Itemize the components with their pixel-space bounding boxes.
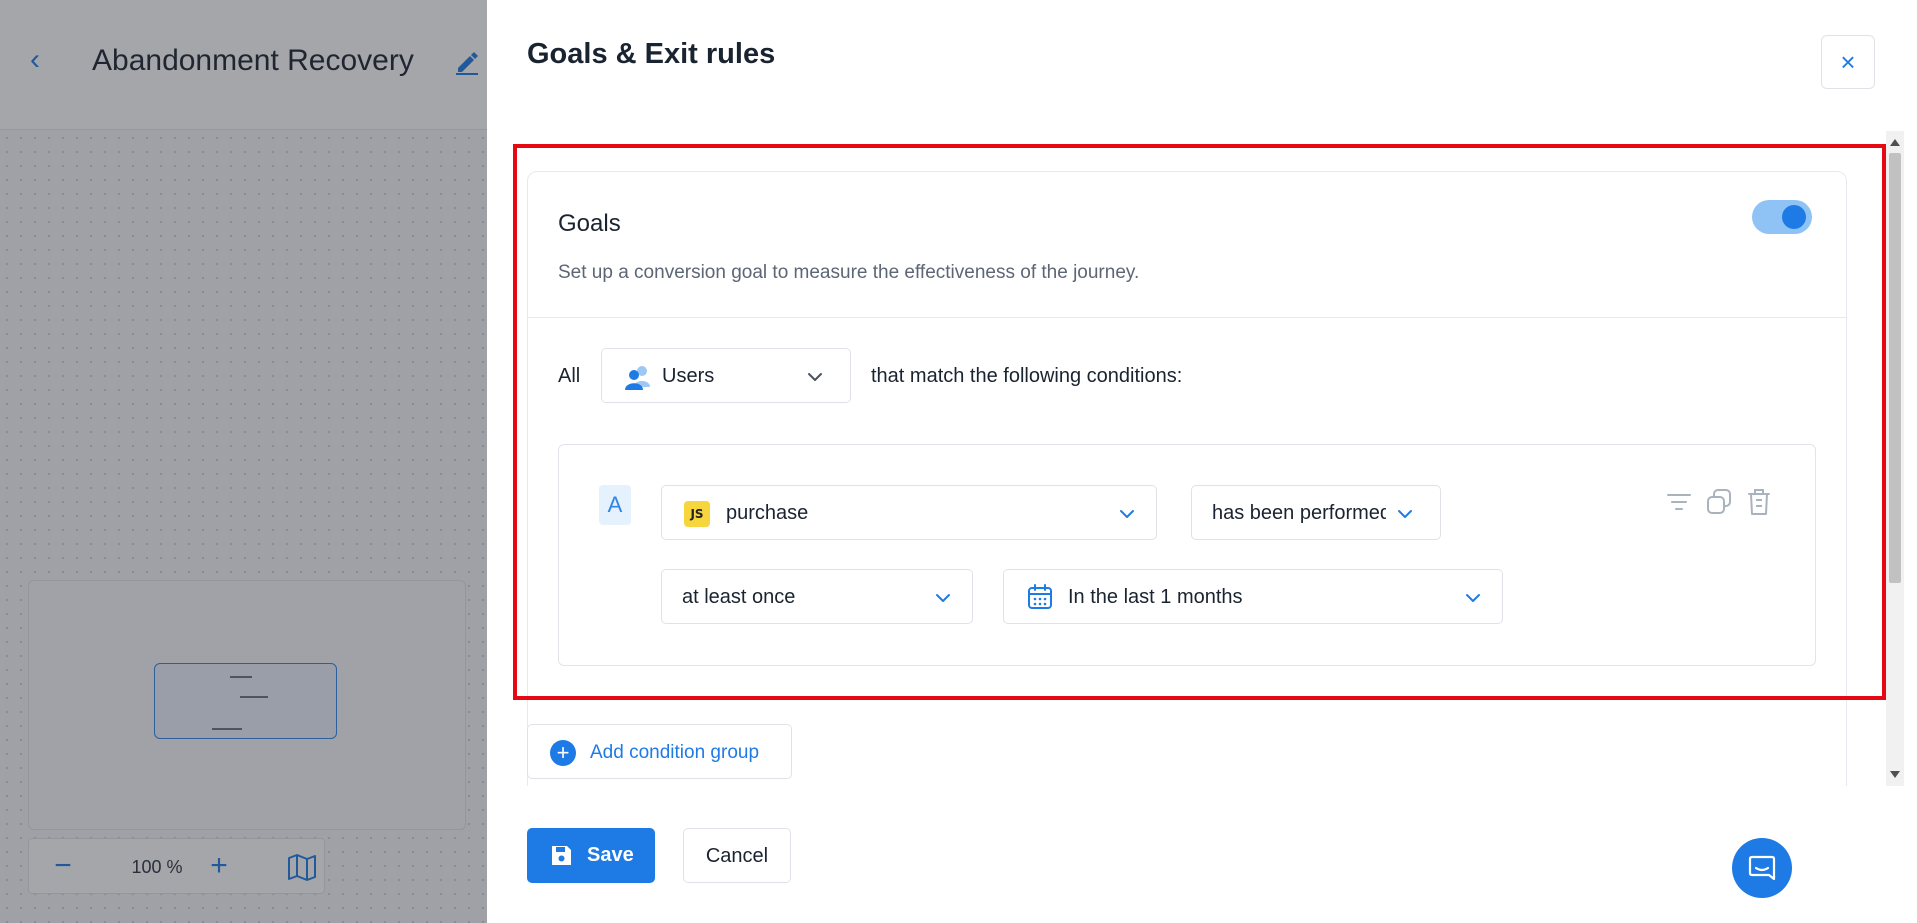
time-range-select[interactable]: In the last 1 months [1003,569,1503,624]
chat-button[interactable] [1732,838,1792,898]
condition-group: A JS purchase has been performed at leas… [558,444,1816,666]
save-icon [552,846,571,865]
operator-select[interactable]: has been performed [1191,485,1441,540]
cancel-button[interactable]: Cancel [683,828,791,883]
calendar-icon [1028,584,1052,609]
close-icon: × [1840,47,1856,77]
chevron-down-icon [1398,510,1412,518]
match-conditions-text: that match the following conditions: [871,365,1183,387]
condition-group-letter: A [599,485,631,525]
users-icon [625,366,650,390]
chat-icon [1748,855,1776,881]
drawer-scroll-area: Goals Set up a conversion goal to measur… [527,131,1872,786]
goals-title: Goals [558,210,621,237]
js-icon: JS [684,501,710,527]
chevron-down-icon [808,373,822,381]
close-button[interactable]: × [1821,35,1875,89]
modal-overlay[interactable] [0,0,487,923]
frequency-value: at least once [682,586,796,608]
scroll-up-icon[interactable] [1890,139,1900,146]
add-condition-group-button[interactable]: + Add condition group [527,724,792,779]
goals-description: Set up a conversion goal to measure the … [558,262,1140,283]
save-label: Save [587,844,634,866]
cancel-label: Cancel [705,845,769,867]
background-app: ‹ Abandonment Recovery − 100 % + [0,0,487,923]
frequency-select[interactable]: at least once [661,569,973,624]
event-value: purchase [726,502,809,524]
add-condition-group-label: Add condition group [590,742,760,763]
goals-exit-rules-drawer: Goals & Exit rules × Goals Set up a conv… [487,0,1917,923]
audience-value: Users [662,365,715,387]
filter-icon[interactable] [1665,487,1693,517]
chevron-down-icon [1466,594,1480,602]
drawer-scrollbar[interactable] [1886,131,1904,786]
divider [528,317,1846,318]
audience-select[interactable]: Users [601,348,851,403]
trash-icon[interactable] [1745,487,1773,517]
scrollbar-thumb[interactable] [1889,153,1901,583]
event-select[interactable]: JS purchase [661,485,1157,540]
plus-circle-icon: + [550,740,576,766]
time-range-value: In the last 1 months [1068,586,1243,608]
toggle-knob [1782,205,1806,229]
chevron-down-icon [1120,510,1134,518]
goals-toggle[interactable] [1752,200,1812,234]
goals-card: Goals Set up a conversion goal to measur… [527,171,1847,786]
chevron-down-icon [936,594,950,602]
drawer-title: Goals & Exit rules [527,38,776,70]
scroll-down-icon[interactable] [1890,771,1900,778]
all-label: All [558,365,581,387]
save-button[interactable]: Save [527,828,655,883]
copy-icon[interactable] [1705,487,1733,517]
operator-value: has been performed [1212,502,1386,524]
